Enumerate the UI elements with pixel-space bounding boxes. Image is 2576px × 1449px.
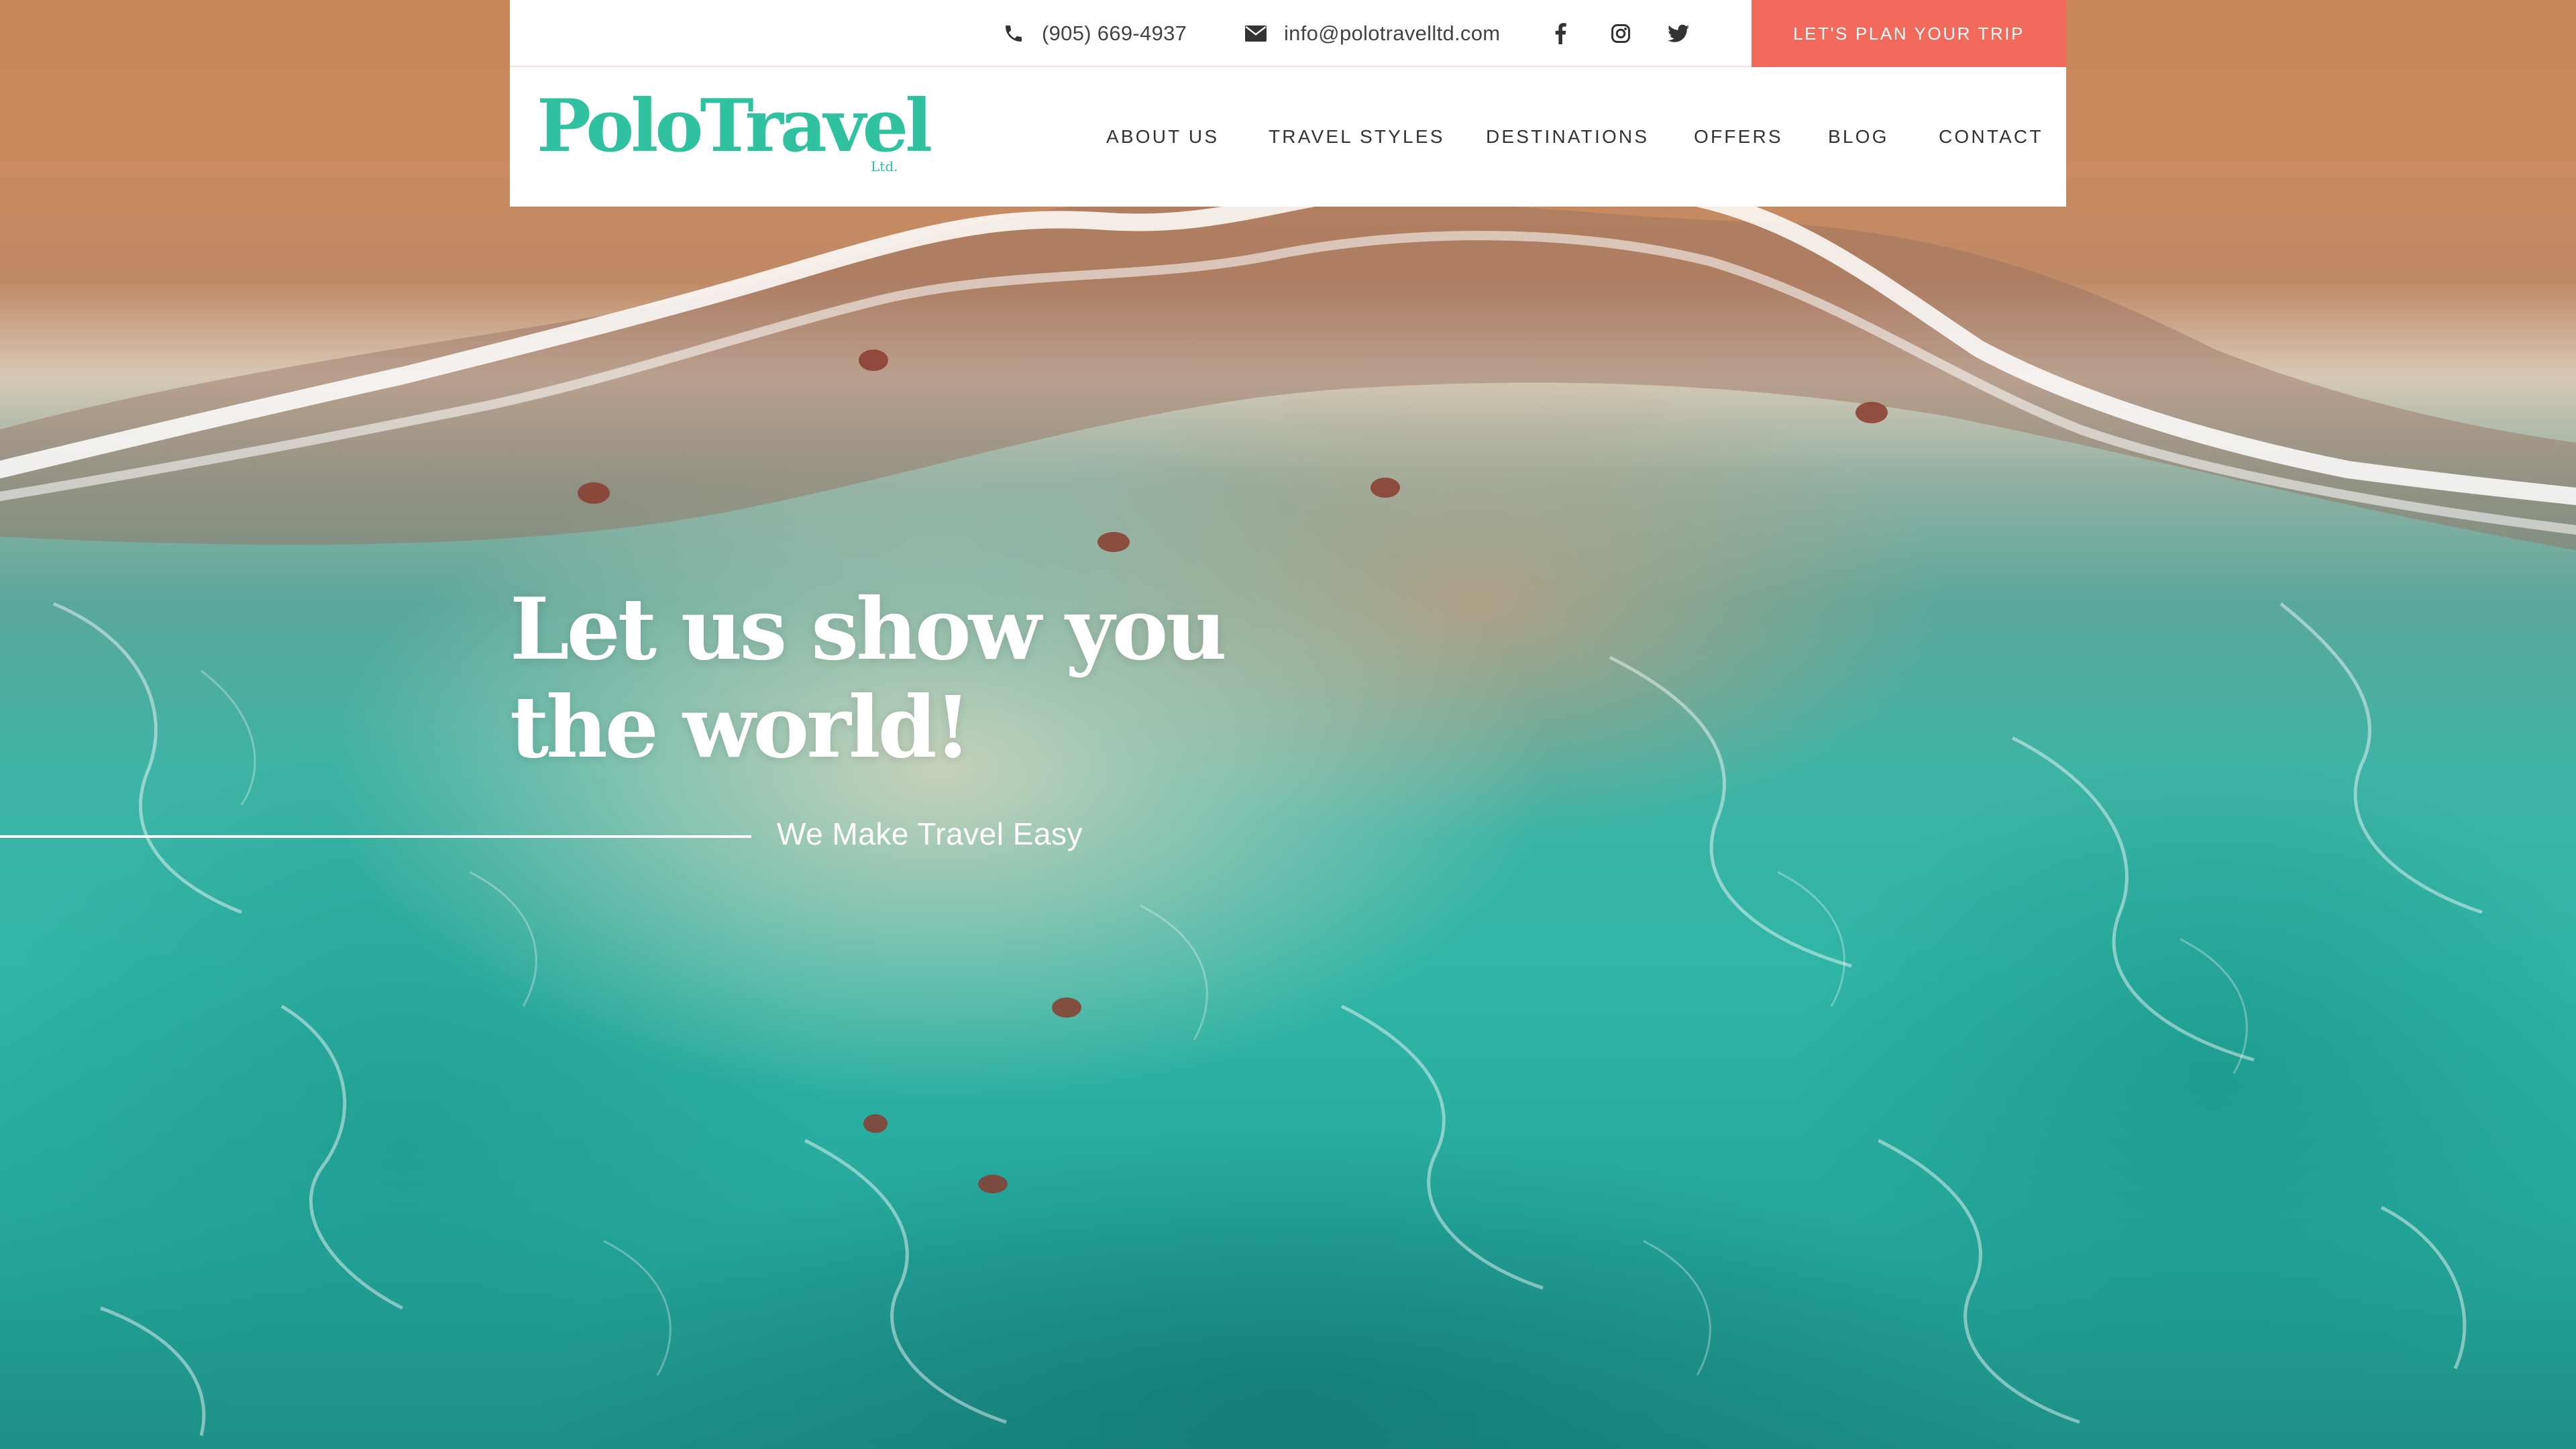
top-contact-bar: (905) 669-4937 info@polotravelltd.com LE…: [510, 0, 2066, 67]
nav-item-about-us[interactable]: ABOUT US: [1106, 67, 1219, 207]
twitter-icon: [1668, 24, 1689, 42]
facebook-icon: [1555, 23, 1566, 44]
nav-item-offers[interactable]: OFFERS: [1694, 67, 1783, 207]
instagram-link[interactable]: [1607, 0, 1634, 67]
hero-headline-line-1: Let us show you: [510, 580, 1227, 679]
nav-item-travel-styles[interactable]: TRAVEL STYLES: [1269, 67, 1445, 207]
email-link[interactable]: info@polotravelltd.com: [1245, 0, 1500, 67]
envelope-icon: [1245, 25, 1267, 42]
nav-item-contact[interactable]: CONTACT: [1939, 67, 2043, 207]
email-address: info@polotravelltd.com: [1284, 21, 1501, 45]
phone-link[interactable]: (905) 669-4937: [1003, 0, 1187, 67]
twitter-link[interactable]: [1665, 0, 1692, 67]
logo-suffix: Ltd.: [871, 158, 898, 174]
hero-tagline: We Make Travel Easy: [777, 816, 1083, 851]
nav-item-blog[interactable]: BLOG: [1828, 67, 1889, 207]
facebook-link[interactable]: [1547, 0, 1574, 67]
polotravel-logo[interactable]: PoloTravel Ltd.: [537, 90, 932, 184]
plan-your-trip-button[interactable]: LET'S PLAN YOUR TRIP: [1752, 0, 2066, 67]
instagram-icon: [1611, 24, 1630, 43]
hero-headline-line-2: the world!: [510, 678, 971, 777]
hero-headline: Let us show you the world!: [510, 580, 1315, 776]
nav-item-destinations[interactable]: DESTINATIONS: [1486, 67, 1649, 207]
phone-number: (905) 669-4937: [1042, 21, 1187, 45]
logo-wordmark: PoloTravel: [537, 84, 932, 168]
tagline-divider: [0, 835, 751, 838]
main-navbar: PoloTravel Ltd. ABOUT US TRAVEL STYLES D…: [510, 67, 2066, 207]
phone-icon: [1006, 25, 1022, 42]
